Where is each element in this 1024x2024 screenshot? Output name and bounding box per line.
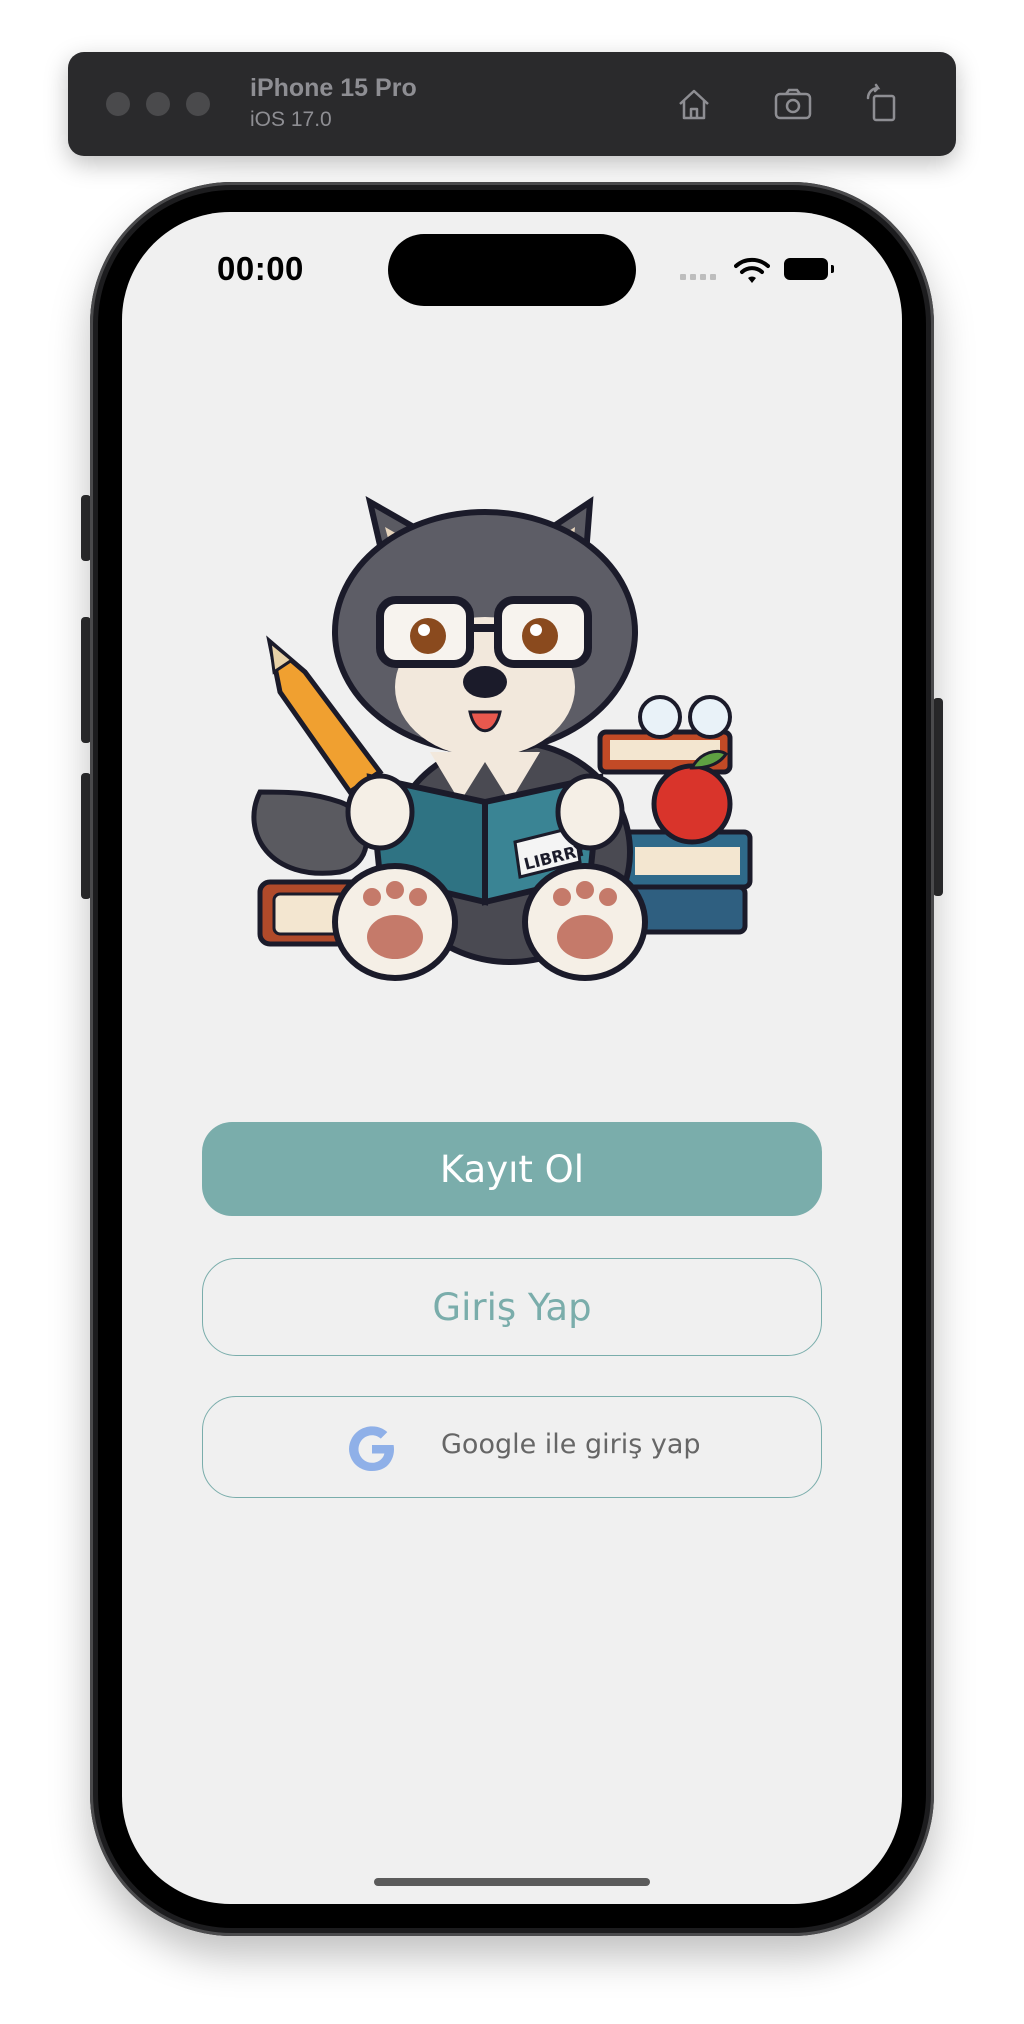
login-button-label: Giriş Yap (432, 1285, 592, 1329)
signup-button-label: Kayıt Ol (439, 1147, 585, 1191)
device-name: iPhone 15 Pro (250, 74, 417, 102)
google-signin-button[interactable]: Google ile giriş yap (202, 1396, 822, 1498)
login-button[interactable]: Giriş Yap (202, 1258, 822, 1356)
power-button[interactable] (933, 698, 943, 896)
home-indicator[interactable] (374, 1878, 650, 1886)
minimize-window-dot[interactable] (146, 92, 170, 116)
simulator-toolbar: iPhone 15 Pro iOS 17.0 (68, 52, 956, 156)
wolf-reading-book-icon: LIBRRY (230, 432, 790, 992)
status-time: 00:00 (217, 250, 304, 287)
screenshot-icon[interactable] (771, 82, 815, 126)
google-signin-label: Google ile giriş yap (441, 1429, 701, 1460)
zoom-window-dot[interactable] (186, 92, 210, 116)
device-os-version: iOS 17.0 (250, 108, 332, 131)
home-icon[interactable] (672, 82, 716, 126)
cellular-signal-icon (680, 274, 720, 282)
google-g-icon (345, 1422, 399, 1476)
signup-button[interactable]: Kayıt Ol (202, 1122, 822, 1216)
close-window-dot[interactable] (106, 92, 130, 116)
rotate-icon[interactable] (860, 82, 904, 126)
wifi-icon (734, 256, 770, 284)
phone-screen: 00:00 LIBRRY Kayıt Ol Giriş Yap Google i… (122, 212, 902, 1904)
dynamic-island (388, 234, 636, 306)
battery-icon (784, 258, 834, 280)
